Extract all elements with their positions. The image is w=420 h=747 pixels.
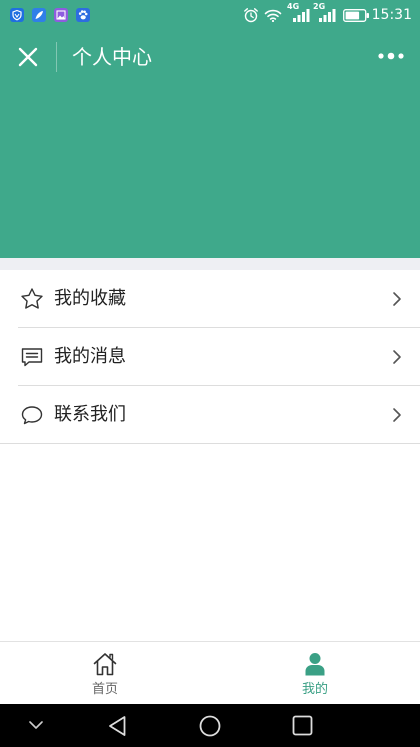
menu-item-label: 我的收藏: [54, 288, 126, 309]
chevron-down-icon: [29, 721, 43, 729]
close-icon: [18, 47, 38, 67]
recents-icon: [292, 715, 313, 736]
shield-app-icon: [10, 8, 24, 22]
tab-bar: 首页 我的: [0, 641, 420, 704]
signal-icon: [319, 9, 336, 22]
menu-list: 我的收藏 我的消息 联系我们: [0, 270, 420, 444]
alarm-icon: [244, 8, 258, 23]
back-button[interactable]: [106, 714, 128, 738]
chevron-right-icon: [393, 292, 401, 306]
tab-home[interactable]: 首页: [0, 642, 210, 704]
header-divider: [56, 42, 57, 72]
system-nav-bar: [0, 704, 420, 747]
tab-mine[interactable]: 我的: [210, 642, 420, 704]
feather-app-icon: [32, 8, 46, 22]
chat-bubble-icon: [21, 406, 43, 425]
gallery-app-icon: [54, 8, 68, 22]
page-title: 个人中心: [72, 45, 152, 69]
more-icon: [378, 52, 404, 60]
tab-label: 首页: [91, 682, 118, 697]
menu-item-label: 联系我们: [54, 404, 126, 425]
menu-item-label: 我的消息: [54, 346, 126, 367]
chevron-right-icon: [393, 408, 401, 422]
menu-item-contact[interactable]: 联系我们: [0, 386, 420, 444]
message-icon: [21, 348, 43, 367]
back-icon: [109, 716, 126, 736]
person-icon: [305, 653, 325, 676]
close-button[interactable]: [17, 46, 39, 68]
paw-app-icon: [76, 8, 90, 22]
status-bar: 4G 2G 15:31: [0, 0, 420, 30]
section-separator: [0, 258, 420, 270]
home-button[interactable]: [198, 714, 222, 738]
chevron-right-icon: [393, 350, 401, 364]
signal-icon: [293, 9, 310, 22]
battery-icon: [343, 9, 369, 22]
header-background: [0, 0, 420, 258]
tab-label: 我的: [301, 682, 328, 697]
status-time: 15:31: [371, 7, 412, 23]
hide-nav-button[interactable]: [26, 717, 46, 733]
recents-button[interactable]: [291, 714, 315, 738]
menu-item-messages[interactable]: 我的消息: [0, 328, 420, 386]
menu-item-favorites[interactable]: 我的收藏: [0, 270, 420, 328]
more-button[interactable]: [376, 48, 406, 64]
home-icon: [93, 653, 117, 676]
home-circle-icon: [199, 715, 221, 737]
star-icon: [21, 288, 43, 309]
wifi-icon: [264, 9, 282, 22]
